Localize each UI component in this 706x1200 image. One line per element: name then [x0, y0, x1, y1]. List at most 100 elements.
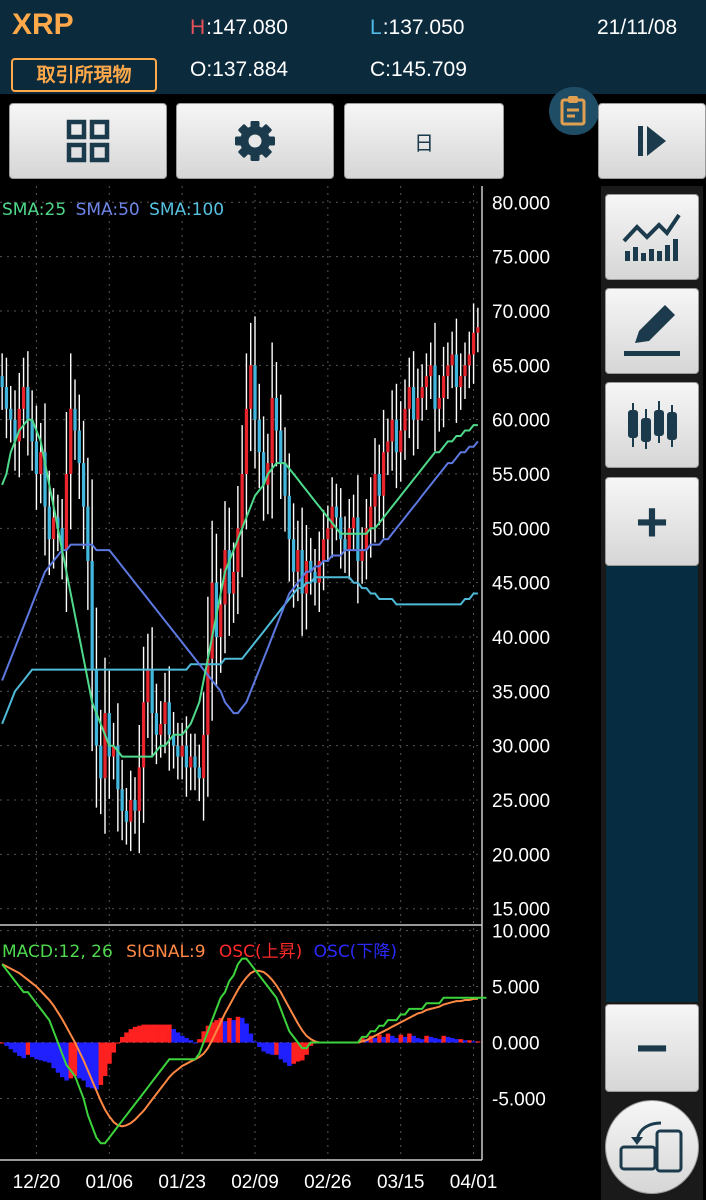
osc-bar [274, 1042, 279, 1055]
osc-bar [462, 1040, 468, 1043]
candle-body [159, 723, 163, 735]
legend-sma100: SMA:100 [149, 200, 225, 220]
price-tick-label: 75.000 [492, 248, 550, 269]
candle-body [377, 473, 381, 496]
legend-sma25: SMA:25 [2, 200, 67, 220]
candle-body [326, 528, 330, 540]
osc-bar [261, 1042, 267, 1052]
osc-bar [12, 1042, 18, 1053]
osc-bar [471, 1041, 477, 1043]
candle-body [257, 419, 261, 453]
osc-bar [38, 1042, 44, 1061]
osc-bar [188, 1040, 194, 1043]
candle-body [47, 506, 51, 540]
candle-body [103, 713, 107, 779]
candle-body [4, 387, 9, 409]
legend-osc-up: OSC(上昇) [218, 942, 303, 962]
osc-bar [420, 1039, 425, 1043]
period-button[interactable]: 日 [344, 103, 504, 179]
candle-body [219, 604, 223, 638]
osc-bar [128, 1029, 134, 1043]
zoom-in-button[interactable]: + [605, 477, 699, 566]
macd-tick-label: -5.000 [492, 1089, 546, 1110]
market-badge[interactable]: 取引所現物 [11, 58, 157, 92]
indicator-button[interactable] [605, 194, 699, 280]
candle-body [163, 702, 167, 724]
legend-macd: MACD:12, 26 [2, 942, 113, 962]
candle-body [454, 354, 459, 388]
candle-body [304, 560, 309, 594]
layout-button[interactable] [9, 103, 167, 179]
candle-body [244, 408, 249, 474]
osc-bar [17, 1042, 22, 1056]
osc-bar [167, 1024, 172, 1043]
line-chart-icon [622, 213, 681, 261]
osc-bar [381, 1036, 387, 1043]
osc-bar [124, 1032, 129, 1043]
osc-bar [282, 1042, 288, 1063]
osc-bar [450, 1038, 455, 1043]
osc-bar [398, 1034, 404, 1043]
candle-style-button[interactable] [605, 382, 699, 468]
date-tick-label: 01/23 [158, 1172, 206, 1193]
osc-bar [377, 1034, 382, 1043]
candle-body [424, 376, 429, 388]
osc-bar [47, 1042, 52, 1063]
candle-body [253, 365, 257, 420]
osc-bar [437, 1039, 442, 1043]
price-tick-label: 80.000 [492, 193, 550, 214]
candle-body [270, 397, 274, 464]
osc-bar [390, 1035, 395, 1043]
osc-bar [432, 1038, 438, 1043]
play-button[interactable] [598, 103, 706, 179]
candle-body [129, 800, 133, 822]
zoom-out-button[interactable]: − [605, 1004, 699, 1092]
candle-body [201, 734, 206, 779]
candle-body [81, 463, 86, 507]
price-legend: SMA:25 SMA:50 SMA:100 [2, 200, 224, 220]
zoom-slider-track[interactable] [606, 566, 698, 1002]
candle-body [334, 506, 339, 518]
candle-body [249, 365, 253, 409]
draw-button[interactable] [605, 288, 699, 374]
candle-body [467, 354, 471, 366]
candle-body [137, 767, 141, 811]
candle-body [86, 506, 90, 561]
candle-body [386, 441, 390, 453]
candle-body [411, 387, 416, 420]
candle-body [356, 517, 360, 561]
rotate-button[interactable] [605, 1100, 699, 1194]
candle-body [69, 408, 73, 474]
candlestick-icon [628, 401, 677, 449]
candle-body [167, 702, 171, 735]
date-tick-label: 12/20 [13, 1172, 61, 1193]
osc-bar [291, 1042, 297, 1064]
osc-bar [192, 1042, 198, 1044]
osc-bar [394, 1038, 399, 1043]
osc-bar [407, 1033, 412, 1043]
price-tick-label: 50.000 [492, 519, 550, 540]
candle-body [390, 419, 394, 442]
osc-bar [107, 1042, 112, 1064]
candle-body [339, 517, 343, 540]
memo-button[interactable] [549, 87, 599, 135]
osc-bar [132, 1026, 138, 1043]
chart-canvas[interactable]: 80.000 75.000 70.000 65.000 60.000 55.000 50.0… [0, 186, 600, 1200]
settings-button[interactable] [176, 103, 334, 179]
candle-body [450, 354, 454, 366]
macd-legend: MACD:12, 26 SIGNAL:9 OSC(上昇) OSC(下降) [2, 937, 397, 962]
candle-body [441, 376, 446, 398]
candle-body [184, 745, 189, 768]
legend-signal: SIGNAL:9 [126, 942, 206, 962]
candle-body [369, 506, 373, 529]
osc-bar [154, 1024, 159, 1043]
candle-body [90, 560, 94, 670]
candle-body [437, 397, 441, 409]
minus-icon: − [635, 1016, 669, 1079]
osc-bar [141, 1024, 147, 1043]
osc-bar [94, 1042, 99, 1090]
candle-body [154, 713, 159, 735]
osc-bar [240, 1017, 245, 1043]
candle-body [347, 528, 351, 551]
candle-body [463, 365, 467, 377]
